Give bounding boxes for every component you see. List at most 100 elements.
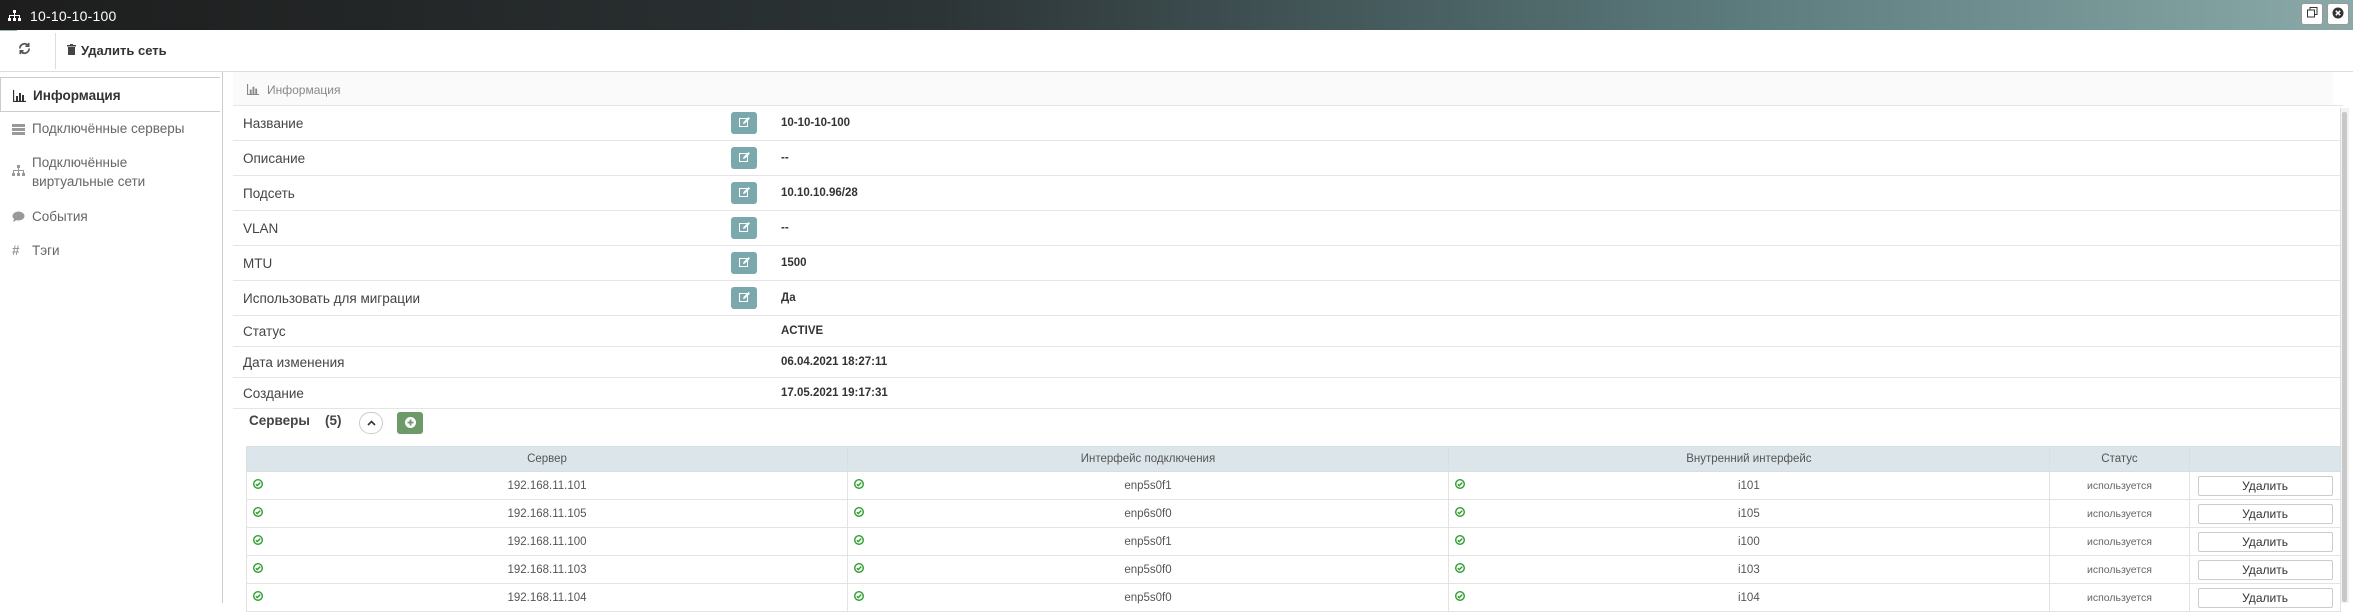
check-circle-icon: [1454, 534, 1465, 548]
column-header-inner-interface[interactable]: Внутренний интерфейс: [1447, 446, 2050, 472]
cell-text: 192.168.11.104: [507, 591, 587, 604]
edit-description-button[interactable]: [731, 147, 757, 169]
sidebar-item-label: Подключённые виртуальные сети: [32, 155, 146, 189]
check-circle-icon: [1454, 506, 1465, 520]
check-circle-icon: [854, 478, 865, 492]
sidebar-item-info[interactable]: Информация: [0, 77, 220, 112]
edit-subnet-button[interactable]: [731, 182, 757, 204]
delete-server-button[interactable]: Удалить: [2197, 587, 2333, 608]
close-window-button[interactable]: [2327, 3, 2349, 25]
info-row-created: Создание 17.05.2021 19:17:31: [233, 377, 2343, 409]
sitemap-icon: [12, 163, 25, 182]
table-header-row: Сервер Интерфейс подключения Внутренний …: [245, 446, 2341, 472]
sidebar-item-tags[interactable]: # Тэги: [0, 241, 220, 260]
info-label: Статус: [243, 324, 286, 339]
edit-icon: [738, 186, 750, 201]
info-row-name: Название 10-10-10-100: [233, 105, 2343, 140]
cell-text: 192.168.11.100: [507, 535, 587, 548]
table-row[interactable]: 192.168.11.101 enp5s0f1 i101 используется Уд…: [245, 471, 2341, 500]
check-circle-icon: [252, 562, 264, 576]
table-cell: 192.168.11.105: [245, 499, 849, 528]
delete-server-button[interactable]: Удалить: [2197, 531, 2333, 552]
info-row-mtu: MTU 1500: [233, 245, 2343, 280]
servers-table: Сервер Интерфейс подключения Внутренний …: [245, 446, 2341, 612]
action-cell: Удалить: [2189, 499, 2341, 528]
restore-window-button[interactable]: [2301, 3, 2323, 25]
table-cell: enp5s0f1: [847, 527, 1449, 556]
info-value: ACTIVE: [781, 325, 824, 337]
column-header-interface[interactable]: Интерфейс подключения: [847, 446, 1449, 472]
info-row-description: Описание --: [233, 140, 2343, 175]
table-cell: 192.168.11.101: [245, 471, 849, 500]
cell-text: i100: [1737, 535, 1760, 548]
cell-text: enp5s0f1: [1124, 479, 1172, 492]
table-cell: 192.168.11.104: [245, 583, 849, 612]
table-cell: i101: [1447, 471, 2050, 500]
action-cell: Удалить: [2189, 471, 2341, 500]
edit-migration-button[interactable]: [731, 287, 757, 309]
table-row[interactable]: 192.168.11.105 enp6s0f0 i105 используется Уд…: [245, 499, 2341, 528]
delete-server-button[interactable]: Удалить: [2197, 475, 2333, 496]
check-circle-icon: [854, 506, 865, 520]
action-cell: Удалить: [2189, 583, 2341, 612]
scrollbar-thumb[interactable]: [2342, 112, 2347, 602]
edit-mtu-button[interactable]: [731, 252, 757, 274]
cell-text: 192.168.11.105: [507, 507, 587, 520]
info-row-vlan: VLAN --: [233, 210, 2343, 245]
column-header-server[interactable]: Сервер: [245, 446, 849, 472]
refresh-button[interactable]: [18, 42, 38, 62]
close-icon: [2332, 7, 2344, 22]
check-circle-icon: [252, 590, 264, 604]
sidebar-item-events[interactable]: События: [0, 207, 220, 226]
sidebar-item-label: Подключённые серверы: [32, 121, 185, 136]
window-title: 10-10-10-100: [30, 8, 117, 24]
delete-server-button[interactable]: Удалить: [2197, 559, 2333, 580]
sidebar-item-label: События: [32, 209, 88, 224]
status-cell: используется: [2048, 471, 2191, 500]
info-label: Использовать для миграции: [243, 291, 421, 306]
servers-count: (5): [325, 413, 342, 428]
cell-text: enp6s0f0: [1124, 507, 1172, 520]
check-circle-icon: [1454, 590, 1465, 604]
section-header: Информация: [233, 72, 2333, 106]
cell-text: enp5s0f1: [1124, 535, 1172, 548]
toolbar: Удалить сеть: [0, 31, 2353, 72]
trash-icon: [67, 43, 76, 58]
table-cell: i104: [1447, 583, 2050, 612]
table-cell: 192.168.11.103: [245, 555, 849, 584]
section-title: Информация: [267, 83, 341, 97]
cell-text: i104: [1737, 591, 1760, 604]
bar-chart-icon: [246, 83, 259, 98]
sidebar-item-connected-vnets[interactable]: Подключённые виртуальные сети: [0, 153, 200, 191]
check-circle-icon: [1454, 478, 1465, 492]
table-row[interactable]: 192.168.11.103 enp5s0f0 i103 используется Уд…: [245, 555, 2341, 584]
table-row[interactable]: 192.168.11.104 enp5s0f0 i104 используется Уд…: [245, 583, 2341, 612]
action-cell: Удалить: [2189, 527, 2341, 556]
plus-circle-icon: [404, 416, 416, 431]
check-circle-icon: [854, 562, 865, 576]
column-header-status[interactable]: Статус: [2048, 446, 2191, 472]
table-row[interactable]: 192.168.11.100 enp5s0f1 i100 используется Уд…: [245, 527, 2341, 556]
chevron-up-icon: [366, 418, 376, 429]
info-label: Создание: [243, 386, 304, 401]
edit-vlan-button[interactable]: [731, 217, 757, 239]
check-circle-icon: [252, 534, 264, 548]
info-value: 17.05.2021 19:17:31: [781, 387, 888, 399]
delete-network-button[interactable]: Удалить сеть: [67, 43, 167, 58]
add-server-button[interactable]: [397, 412, 423, 434]
info-label: Название: [243, 116, 304, 131]
delete-server-button[interactable]: Удалить: [2197, 503, 2333, 524]
edit-name-button[interactable]: [731, 112, 757, 134]
network-icon: [8, 9, 21, 25]
table-cell: enp5s0f1: [847, 471, 1449, 500]
cell-text: 192.168.11.103: [507, 563, 587, 576]
info-value: Да: [781, 292, 796, 304]
edit-icon: [738, 151, 750, 166]
servers-title: Серверы: [249, 413, 310, 428]
collapse-servers-button[interactable]: [359, 412, 383, 434]
sidebar-item-connected-servers[interactable]: Подключённые серверы: [0, 119, 220, 138]
check-circle-icon: [252, 506, 264, 520]
status-cell: используется: [2048, 527, 2191, 556]
edit-icon: [738, 256, 750, 271]
check-circle-icon: [854, 590, 865, 604]
